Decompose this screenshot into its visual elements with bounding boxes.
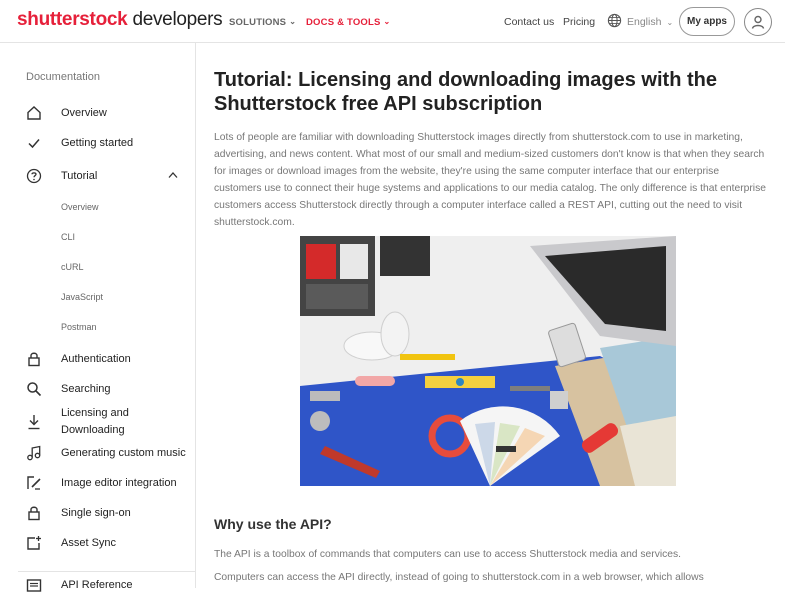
tutorial-subitem-postman[interactable]: Postman xyxy=(61,322,97,332)
page-title-line1: Tutorial: Licensing and downloading imag… xyxy=(214,69,717,91)
sidebar-item-label: Asset Sync xyxy=(61,536,117,549)
sidebar-item-label: Authentication xyxy=(61,352,131,365)
sidebar-item-label: Single sign-on xyxy=(61,506,131,519)
body-paragraph: Computers can access the API directly, i… xyxy=(214,572,704,583)
tutorial-subitem-overview[interactable]: Overview xyxy=(61,202,99,212)
sidebar-item-label: Overview xyxy=(61,106,107,119)
chevron-down-icon: ⌄ xyxy=(383,17,391,26)
lock-icon xyxy=(25,504,43,522)
api-reference-icon xyxy=(25,576,43,594)
sidebar-item-asset-sync[interactable]: Asset Sync xyxy=(0,534,196,552)
question-circle-icon xyxy=(25,167,43,185)
image-edit-icon xyxy=(25,474,43,492)
nav-solutions-label: SOLUTIONS xyxy=(229,17,287,28)
search-icon xyxy=(25,380,43,398)
sidebar-heading: Documentation xyxy=(26,71,100,83)
contact-us-link[interactable]: Contact us xyxy=(504,16,554,28)
sidebar-divider xyxy=(18,571,196,572)
sidebar-item-searching[interactable]: Searching xyxy=(0,380,196,398)
language-selector[interactable]: English ⌄ xyxy=(607,13,673,31)
sidebar-item-label: Generating custom music xyxy=(61,446,186,459)
asset-sync-icon xyxy=(25,534,43,552)
page-title-line2: Shutterstock free API subscription xyxy=(214,93,543,115)
pricing-link[interactable]: Pricing xyxy=(563,16,595,28)
download-icon xyxy=(25,413,43,431)
lock-icon xyxy=(25,350,43,368)
docs-sidebar: Documentation Overview Getting started T… xyxy=(0,43,196,592)
tutorial-subitem-curl[interactable]: cURL xyxy=(61,262,84,272)
page-title: Tutorial: Licensing and downloading imag… xyxy=(214,68,774,116)
globe-icon xyxy=(607,13,622,31)
sidebar-item-label: Tutorial xyxy=(61,169,98,182)
sidebar-item-custom-music[interactable]: Generating custom music xyxy=(0,444,196,462)
nav-docs-tools-label: DOCS & TOOLS xyxy=(306,17,381,28)
top-navigation-bar: shutterstock developers SOLUTIONS ⌄ DOCS &… xyxy=(0,0,785,43)
tutorial-subitem-cli[interactable]: CLI xyxy=(61,232,75,242)
sidebar-item-label-line2: Downloading xyxy=(61,424,125,436)
sidebar-item-overview[interactable]: Overview xyxy=(0,104,196,122)
chevron-down-icon: ⌄ xyxy=(666,17,674,27)
body-paragraph: The API is a toolbox of commands that co… xyxy=(214,549,682,560)
sidebar-item-label: Licensing and xyxy=(61,407,129,419)
sidebar-item-label: Getting started xyxy=(61,136,134,149)
language-label: English xyxy=(627,16,662,28)
my-apps-button[interactable]: My apps xyxy=(679,7,735,36)
sidebar-item-label: Image editor integration xyxy=(61,476,177,489)
sidebar-item-image-editor[interactable]: Image editor integration xyxy=(0,474,196,492)
sidebar-item-api-reference[interactable]: API Reference xyxy=(0,576,196,594)
sidebar-item-authentication[interactable]: Authentication xyxy=(0,350,196,368)
sidebar-item-tutorial[interactable]: Tutorial xyxy=(0,167,196,185)
check-icon xyxy=(25,134,43,152)
article-content: Tutorial: Licensing and downloading imag… xyxy=(197,43,785,588)
sidebar-item-licensing-downloading[interactable]: Licensing and Downloading xyxy=(0,405,196,439)
tools-hero-image xyxy=(300,236,676,486)
nav-docs-and-tools[interactable]: DOCS & TOOLS ⌄ xyxy=(306,17,390,28)
logo-brand: shutterstock xyxy=(17,9,128,30)
chevron-down-icon: ⌄ xyxy=(289,17,297,26)
sidebar-item-single-sign-on[interactable]: Single sign-on xyxy=(0,504,196,522)
section-heading: Why use the API? xyxy=(214,516,332,532)
tutorial-subitem-javascript[interactable]: JavaScript xyxy=(61,292,103,302)
intro-paragraph: Lots of people are familiar with downloa… xyxy=(214,132,766,228)
nav-solutions[interactable]: SOLUTIONS ⌄ xyxy=(229,17,296,28)
home-icon xyxy=(25,104,43,122)
shutterstock-developers-logo[interactable]: shutterstock developers xyxy=(17,9,223,31)
user-account-icon[interactable] xyxy=(744,8,772,36)
sidebar-item-getting-started[interactable]: Getting started xyxy=(0,134,196,152)
chevron-up-icon[interactable] xyxy=(168,171,178,182)
sidebar-item-label: Searching xyxy=(61,382,111,395)
music-note-icon xyxy=(25,444,43,462)
sidebar-item-label: API Reference xyxy=(61,578,133,591)
logo-suffix: developers xyxy=(132,9,223,30)
